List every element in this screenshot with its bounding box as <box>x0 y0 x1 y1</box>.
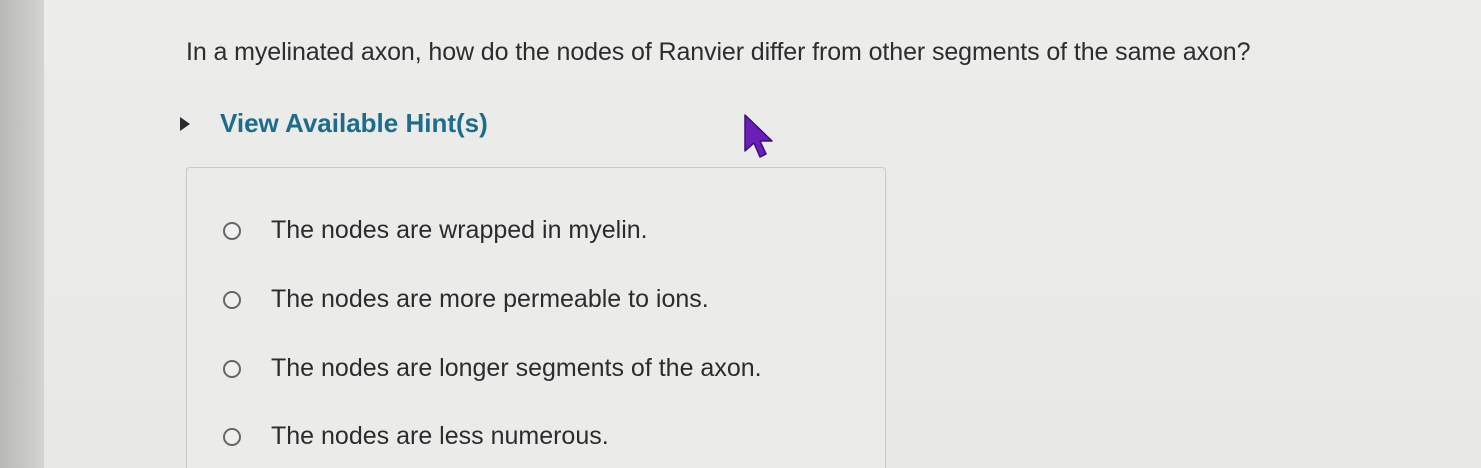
view-hints-label: View Available Hint(s) <box>220 108 488 138</box>
answer-option-label: The nodes are longer segments of the axo… <box>271 354 762 382</box>
question-text: In a myelinated axon, how do the nodes o… <box>186 38 1251 66</box>
radio-button[interactable] <box>223 221 241 240</box>
left-sidebar-edge <box>0 0 44 468</box>
answer-option[interactable]: The nodes are wrapped in myelin. <box>223 216 648 245</box>
answer-options-box: The nodes are wrapped in myelin. The nod… <box>186 167 886 468</box>
answer-option[interactable]: The nodes are longer segments of the axo… <box>223 354 762 383</box>
answer-option-label: The nodes are more permeable to ions. <box>271 285 709 313</box>
radio-button[interactable] <box>223 290 241 309</box>
answer-option-label: The nodes are less numerous. <box>271 422 609 450</box>
answer-option[interactable]: The nodes are more permeable to ions. <box>223 285 709 314</box>
answer-option[interactable]: The nodes are less numerous. <box>223 422 609 451</box>
mouse-cursor-icon <box>744 114 773 158</box>
radio-button[interactable] <box>223 427 241 446</box>
answer-option-label: The nodes are wrapped in myelin. <box>271 216 648 244</box>
caret-right-icon <box>180 116 190 131</box>
radio-button[interactable] <box>223 359 241 378</box>
view-hints-toggle[interactable]: View Available Hint(s) <box>180 108 488 139</box>
